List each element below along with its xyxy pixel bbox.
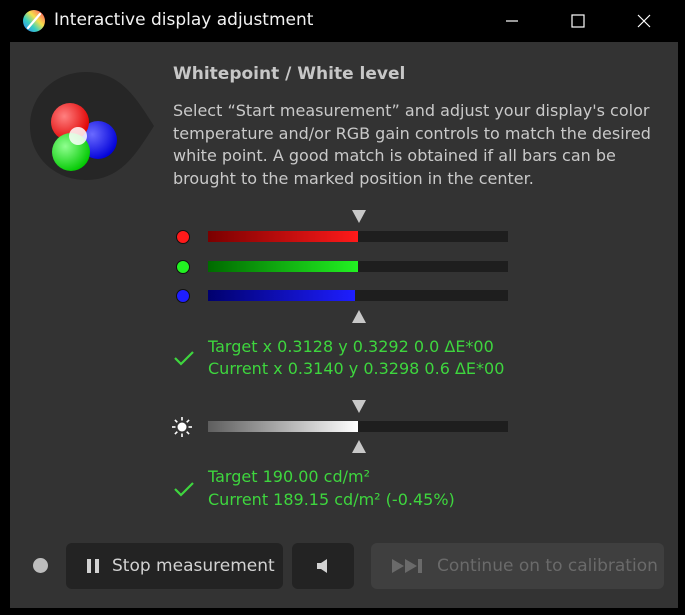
whitepoint-target: Target x 0.3128 y 0.3292 0.0 ΔE*00 <box>208 337 494 356</box>
luminance-fill <box>208 421 358 432</box>
displaycal-icon <box>23 10 45 32</box>
pause-icon <box>87 559 99 573</box>
red-gain-fill <box>208 231 358 242</box>
stop-measurement-label: Stop measurement <box>112 556 275 576</box>
instructions-text: Select “Start measurement” and adjust yo… <box>173 101 651 188</box>
white-level-current: Current 189.15 cd/m² (-0.45%) <box>208 490 455 509</box>
target-marker-top <box>352 210 366 223</box>
sound-toggle-button[interactable] <box>292 543 354 589</box>
skip-forward-icon <box>392 559 422 573</box>
luminance-bar <box>208 421 508 432</box>
whitepoint-current: Current x 0.3140 y 0.3298 0.6 ΔE*00 <box>208 359 505 378</box>
white-level-target: Target 190.00 cd/m² <box>208 467 370 486</box>
speaker-icon <box>317 559 327 573</box>
blue-gain-fill <box>208 290 355 301</box>
green-gain-fill <box>208 261 358 272</box>
section-heading: Whitepoint / White level <box>173 64 406 84</box>
continue-label: Continue on to calibration <box>437 556 658 576</box>
close-icon <box>637 14 651 28</box>
content-panel: Whitepoint / White level Select “Start m… <box>10 42 678 608</box>
luminance-target-marker-bottom <box>352 440 366 453</box>
target-marker-bottom <box>352 310 366 323</box>
title-bar: Interactive display adjustment <box>0 0 685 42</box>
close-button[interactable] <box>621 0 667 42</box>
maximize-icon <box>571 14 585 28</box>
blue-gain-bar <box>208 290 508 301</box>
green-channel-dot <box>176 260 190 274</box>
stop-measurement-button[interactable]: Stop measurement <box>66 543 283 589</box>
continue-to-calibration-button[interactable]: Continue on to calibration <box>371 543 664 589</box>
maximize-button[interactable] <box>555 0 601 42</box>
red-channel-dot <box>176 230 190 244</box>
blue-channel-dot <box>176 289 190 303</box>
luminance-target-marker-top <box>352 400 366 413</box>
green-gain-bar <box>208 261 508 272</box>
minimize-icon <box>506 20 518 22</box>
window-title: Interactive display adjustment <box>54 10 314 30</box>
sun-icon <box>172 417 192 437</box>
rgb-whitepoint-icon <box>30 72 154 180</box>
status-indicator <box>33 558 48 573</box>
checkmark-icon <box>174 482 194 497</box>
red-gain-bar <box>208 231 508 242</box>
minimize-button[interactable] <box>489 0 535 42</box>
checkmark-icon <box>174 351 194 366</box>
